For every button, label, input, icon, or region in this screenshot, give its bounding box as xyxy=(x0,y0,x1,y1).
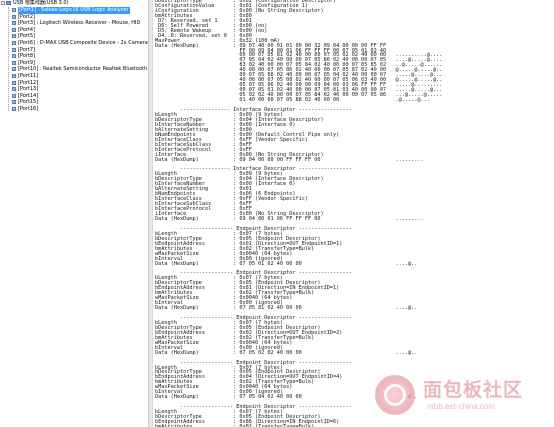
usb-port-icon xyxy=(12,27,16,32)
usb-port-icon xyxy=(12,67,16,72)
usb-port-icon xyxy=(12,93,16,98)
tree-root-label: USB 根集线器(USB 3.0) xyxy=(13,0,69,6)
watermark-title: 面包板社区 xyxy=(423,379,524,401)
tree-root-node[interactable]: USB 根集线器(USB 3.0) xyxy=(1,0,69,7)
usb-port-icon xyxy=(12,47,16,52)
usb-port-icon xyxy=(12,80,16,85)
usb-port-icon xyxy=(12,87,16,92)
tree-connector-line xyxy=(8,7,9,111)
watermark-logo-icon xyxy=(375,375,415,415)
usb-port-icon xyxy=(12,14,16,19)
descriptor-text: bDescriptorType : 0x02 (Configuration De… xyxy=(155,0,443,427)
descriptor-detail-pane[interactable]: bDescriptorType : 0x02 (Configuration De… xyxy=(153,0,554,427)
usb-port-icon xyxy=(12,54,16,59)
usb-port-icon xyxy=(12,107,16,111)
usb-port-icon xyxy=(12,34,16,39)
tree-item-label: [Port6] : D-MAX USB Composite Device - 2… xyxy=(18,40,148,46)
tree-item-label: [Port3] : Logitech Wireless Receiver - M… xyxy=(18,20,141,27)
device-tree[interactable]: USB 根集线器(USB 3.0) [Port1] : Saleae Logic… xyxy=(0,0,148,427)
site-watermark: 面包板社区 mbb.eet-china.com xyxy=(371,371,554,427)
usb-port-icon xyxy=(12,8,16,12)
watermark-url: mbb.eet-china.com xyxy=(427,402,496,411)
usb-port-icon xyxy=(12,74,16,78)
usb-hub-icon xyxy=(6,1,11,5)
usb-port-icon xyxy=(12,60,16,65)
tree-item-port[interactable]: [Port16] xyxy=(12,106,38,113)
usb-port-icon xyxy=(12,100,16,105)
usb-port-icon xyxy=(12,41,16,45)
collapse-toggle-icon[interactable] xyxy=(1,1,5,5)
usb-port-icon xyxy=(12,21,16,26)
tree-item-label: [Port16] xyxy=(18,106,39,112)
